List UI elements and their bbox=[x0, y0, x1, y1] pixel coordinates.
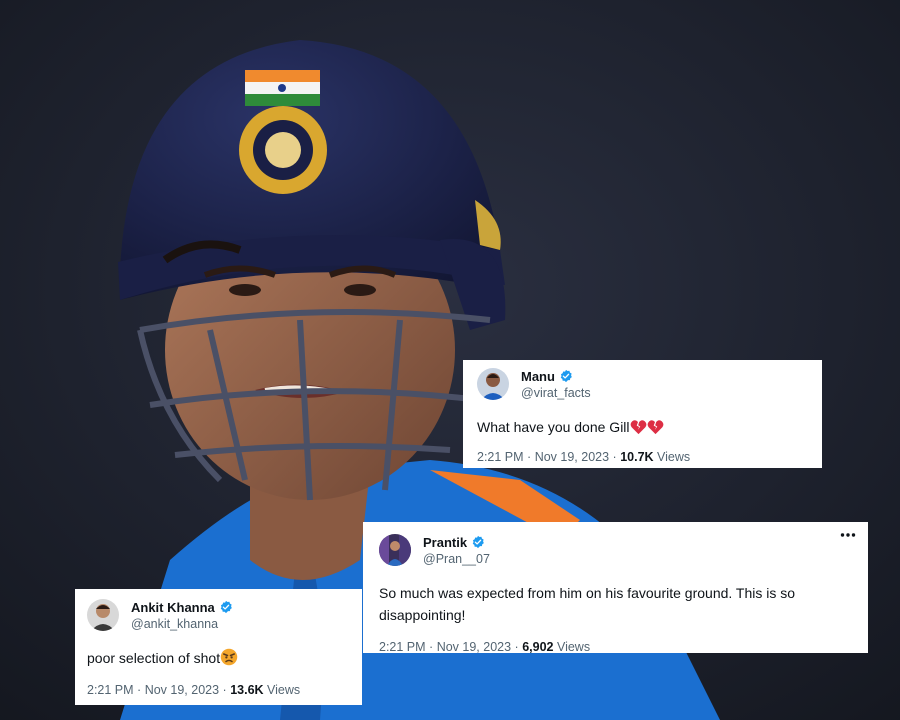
tweet-time[interactable]: 2:21 PM bbox=[87, 683, 134, 697]
views-label: Views bbox=[556, 640, 591, 654]
tweet-header: Ankit Khanna @ankit_khanna bbox=[87, 599, 350, 635]
tweet-text: So much was expected from him on his fav… bbox=[379, 585, 796, 623]
tweet-time[interactable]: 2:21 PM bbox=[477, 450, 524, 464]
separator: · bbox=[527, 450, 532, 464]
tweet-date[interactable]: Nov 19, 2023 bbox=[437, 640, 511, 654]
avatar[interactable] bbox=[87, 599, 119, 631]
tweet-header: Manu @virat_facts bbox=[477, 368, 808, 404]
broken-heart-emoji bbox=[630, 420, 646, 435]
tweet-time[interactable]: 2:21 PM bbox=[379, 640, 426, 654]
tweet-text: What have you done Gill bbox=[477, 416, 808, 438]
tweet-card-prantik[interactable]: Prantik @Pran__07 So much was expected f… bbox=[363, 522, 868, 654]
avatar[interactable] bbox=[477, 368, 509, 400]
separator: · bbox=[514, 640, 519, 654]
tweet-meta: 2:21 PM · Nov 19, 2023 · 6,902 Views bbox=[379, 640, 852, 654]
avatar[interactable] bbox=[379, 534, 411, 566]
separator: · bbox=[222, 683, 227, 697]
more-options-icon[interactable] bbox=[840, 532, 856, 538]
tweet-date[interactable]: Nov 19, 2023 bbox=[145, 683, 219, 697]
angry-face-emoji bbox=[220, 648, 238, 666]
views-label: Views bbox=[267, 683, 301, 697]
views-count: 13.6K bbox=[230, 683, 264, 697]
tweet-text-content: What have you done Gill bbox=[477, 419, 630, 435]
user-handle[interactable]: @Pran__07 bbox=[423, 552, 490, 566]
tweet-header: Prantik @Pran__07 bbox=[379, 534, 852, 570]
tweet-meta: 2:21 PM · Nov 19, 2023 · 10.7K Views bbox=[477, 450, 808, 464]
verified-badge-icon bbox=[472, 535, 484, 549]
tweet-date[interactable]: Nov 19, 2023 bbox=[535, 450, 609, 464]
display-name[interactable]: Prantik bbox=[423, 535, 467, 550]
user-handle[interactable]: @ankit_khanna bbox=[131, 617, 218, 631]
tweet-card-manu[interactable]: Manu @virat_facts What have you done Gil… bbox=[463, 360, 822, 468]
verified-badge-icon bbox=[220, 600, 232, 614]
user-handle[interactable]: @virat_facts bbox=[521, 386, 591, 400]
display-name[interactable]: Ankit Khanna bbox=[131, 600, 215, 615]
tweet-meta: 2:21 PM · Nov 19, 2023 · 13.6K Views bbox=[87, 683, 350, 697]
tweet-text: poor selection of shot bbox=[87, 647, 350, 669]
views-count: 6,902 bbox=[522, 640, 554, 654]
display-name[interactable]: Manu bbox=[521, 369, 555, 384]
separator: · bbox=[137, 683, 142, 697]
views-count: 10.7K bbox=[620, 450, 654, 464]
broken-heart-emoji bbox=[647, 420, 663, 435]
views-label: Views bbox=[657, 450, 691, 464]
separator: · bbox=[429, 640, 434, 654]
verified-badge-icon bbox=[560, 369, 572, 383]
separator: · bbox=[612, 450, 617, 464]
tweet-card-ankit-khanna[interactable]: Ankit Khanna @ankit_khanna poor selectio… bbox=[75, 589, 362, 705]
tweet-text-content: poor selection of shot bbox=[87, 650, 221, 666]
